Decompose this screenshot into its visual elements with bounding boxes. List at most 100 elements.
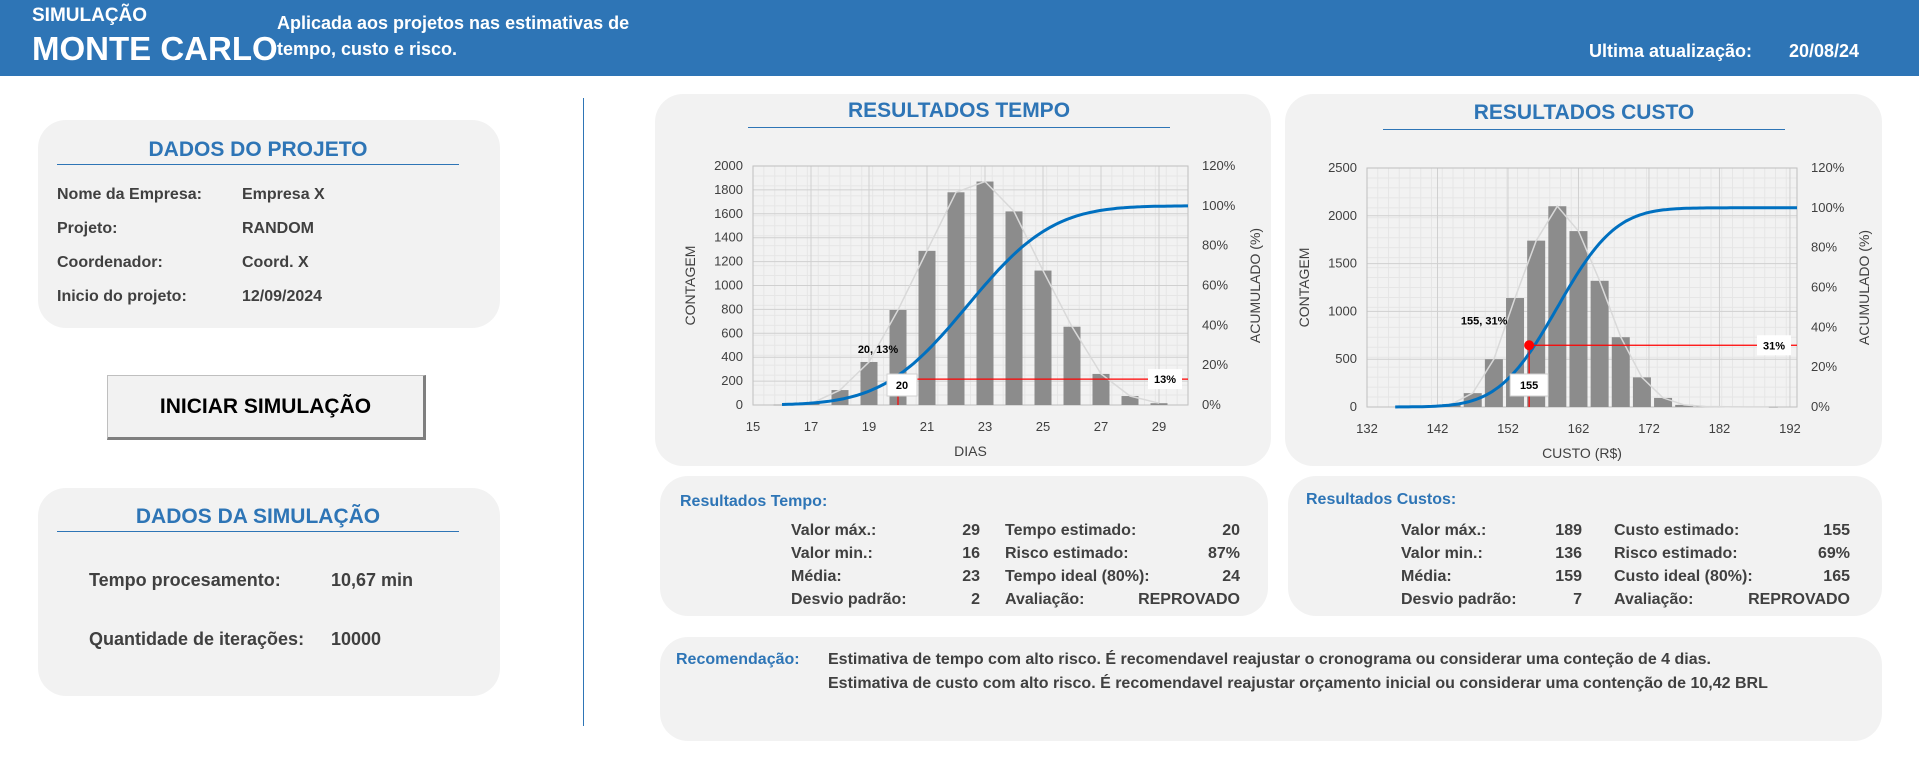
y2-axis-title: ACUMULADO (%)	[1247, 228, 1263, 343]
histogram-bar	[1005, 211, 1023, 405]
time-label-max: Valor máx.:	[791, 522, 877, 539]
y2-tick-label: 0%	[1811, 399, 1830, 414]
x-tick-label: 15	[746, 419, 760, 434]
sim-value-time: 10,67 min	[331, 570, 414, 590]
project-data-title: DADOS DO PROJETO	[57, 138, 459, 165]
y2-tick-label: 120%	[1811, 160, 1845, 175]
project-value-start: 12/09/2024	[242, 288, 323, 305]
recommendation-label: Recomendação:	[676, 651, 800, 668]
time-value-estimate: 20	[1222, 522, 1240, 539]
cost-label-sd: Desvio padrão:	[1401, 591, 1517, 608]
sim-value-iterations: 10000	[331, 629, 382, 649]
time-value-min: 16	[962, 545, 980, 562]
y-tick-label: 1600	[714, 206, 743, 221]
y2-tick-label: 100%	[1202, 198, 1236, 213]
time-label-min: Valor min.:	[791, 545, 873, 562]
cost-value-mean: 159	[1555, 568, 1582, 585]
time-value-ideal: 24	[1222, 568, 1240, 585]
marker-x-label: 155	[1520, 380, 1538, 392]
sim-label-iterations: Quantidade de iterações:	[89, 629, 305, 649]
histogram-bar	[1632, 377, 1651, 407]
y-tick-label: 800	[721, 301, 743, 316]
x-tick-label: 21	[920, 419, 934, 434]
x-tick-label: 25	[1036, 419, 1050, 434]
y-tick-label: 0	[736, 397, 743, 412]
cost-chart: 0 500 1000 1500 2000 2500 0% 20% 40% 60% 80% 100% 12…	[1296, 160, 1872, 461]
time-chart: 0 200 400 600 800 1000 1200 1400 1600 1800 2000 0% 2…	[682, 158, 1263, 459]
simulation-data-title: DADOS DA SIMULAÇÃO	[57, 505, 459, 532]
time-value-evaluation: REPROVADO	[1138, 591, 1240, 608]
marker-x-label: 20	[896, 380, 908, 392]
y2-tick-label: 80%	[1811, 240, 1837, 255]
last-update-label: Ultima atualização:	[1589, 41, 1753, 61]
y2-tick-label: 100%	[1811, 200, 1845, 215]
app-header: SIMULAÇÃO MONTE CARLO Aplicada aos proje…	[0, 0, 1919, 76]
cost-label-evaluation: Avaliação:	[1614, 591, 1694, 608]
recommendation-cost: Estimativa de custo com alto risco. É re…	[828, 675, 1768, 692]
cost-label-min: Valor min.:	[1401, 545, 1483, 562]
cost-value-sd: 7	[1573, 591, 1582, 608]
time-value-mean: 23	[962, 568, 980, 585]
cost-results-title: Resultados Custos:	[1306, 491, 1457, 508]
y-tick-label: 2000	[1328, 208, 1357, 223]
marker-point	[1524, 340, 1535, 351]
y2-tick-label: 40%	[1811, 319, 1837, 334]
marker-point-label: 20, 13%	[858, 344, 899, 356]
cost-value-max: 189	[1555, 522, 1582, 539]
y2-tick-label: 60%	[1811, 280, 1837, 295]
y-tick-label: 500	[1335, 351, 1357, 366]
time-label-evaluation: Avaliação:	[1005, 591, 1085, 608]
time-label-sd: Desvio padrão:	[791, 591, 907, 608]
marker-point-label: 155, 31%	[1461, 315, 1508, 327]
last-update-value: 20/08/24	[1789, 41, 1860, 61]
y-tick-label: 1000	[714, 278, 743, 293]
tagline: Aplicada aos projetos nas estimativas de…	[277, 13, 630, 59]
histogram-bar	[1484, 359, 1503, 407]
cost-value-estimate: 155	[1823, 522, 1850, 539]
y-axis-title: CONTAGEM	[682, 246, 698, 326]
time-value-sd: 2	[971, 591, 980, 608]
x-tick-label: 182	[1709, 421, 1731, 436]
x-tick-label: 142	[1427, 421, 1449, 436]
x-tick-label: 19	[862, 419, 876, 434]
y2-tick-label: 20%	[1811, 359, 1837, 374]
cost-value-min: 136	[1555, 545, 1582, 562]
x-tick-label: 152	[1497, 421, 1519, 436]
x-tick-label: 132	[1356, 421, 1378, 436]
y2-tick-label: 60%	[1202, 278, 1228, 293]
histogram-bar	[1150, 403, 1168, 405]
time-label-mean: Média:	[791, 568, 842, 585]
x-axis-title: CUSTO (R$)	[1542, 445, 1622, 461]
marker-pct-label: 13%	[1154, 374, 1176, 386]
time-value-max: 29	[962, 522, 980, 539]
project-value-coordinator: Coord. X	[242, 254, 309, 271]
y-tick-label: 2500	[1328, 160, 1357, 175]
start-simulation-button[interactable]: INICIAR SIMULAÇÃO	[107, 375, 426, 440]
project-value-company: Empresa X	[242, 186, 325, 203]
brand-subtitle: SIMULAÇÃO	[32, 5, 148, 26]
y2-tick-label: 0%	[1202, 397, 1221, 412]
histogram-bar	[1063, 326, 1081, 405]
x-tick-label: 17	[804, 419, 818, 434]
section-divider	[583, 98, 584, 726]
recommendation-time: Estimativa de tempo com alto risco. É re…	[828, 651, 1711, 668]
brand-title: MONTE CARLO	[32, 30, 278, 67]
cost-value-evaluation: REPROVADO	[1748, 591, 1850, 608]
y-tick-label: 2000	[714, 158, 743, 173]
project-label-start: Inicio do projeto:	[57, 288, 187, 305]
time-results-title: Resultados Tempo:	[680, 493, 828, 510]
project-label-project: Projeto:	[57, 220, 118, 237]
y2-tick-label: 80%	[1202, 238, 1228, 253]
histogram-bar	[1034, 270, 1052, 405]
histogram-bar	[1569, 231, 1588, 407]
histogram-bar	[918, 250, 936, 405]
y-tick-label: 1800	[714, 182, 743, 197]
time-label-risk: Risco estimado:	[1005, 545, 1129, 562]
y2-axis-title: ACUMULADO (%)	[1856, 230, 1872, 345]
y-tick-label: 1200	[714, 254, 743, 269]
time-label-estimate: Tempo estimado:	[1005, 522, 1137, 539]
project-value-project: RANDOM	[242, 220, 314, 237]
x-axis-title: DIAS	[954, 443, 987, 459]
y-tick-label: 1000	[1328, 303, 1357, 318]
cost-label-mean: Média:	[1401, 568, 1452, 585]
